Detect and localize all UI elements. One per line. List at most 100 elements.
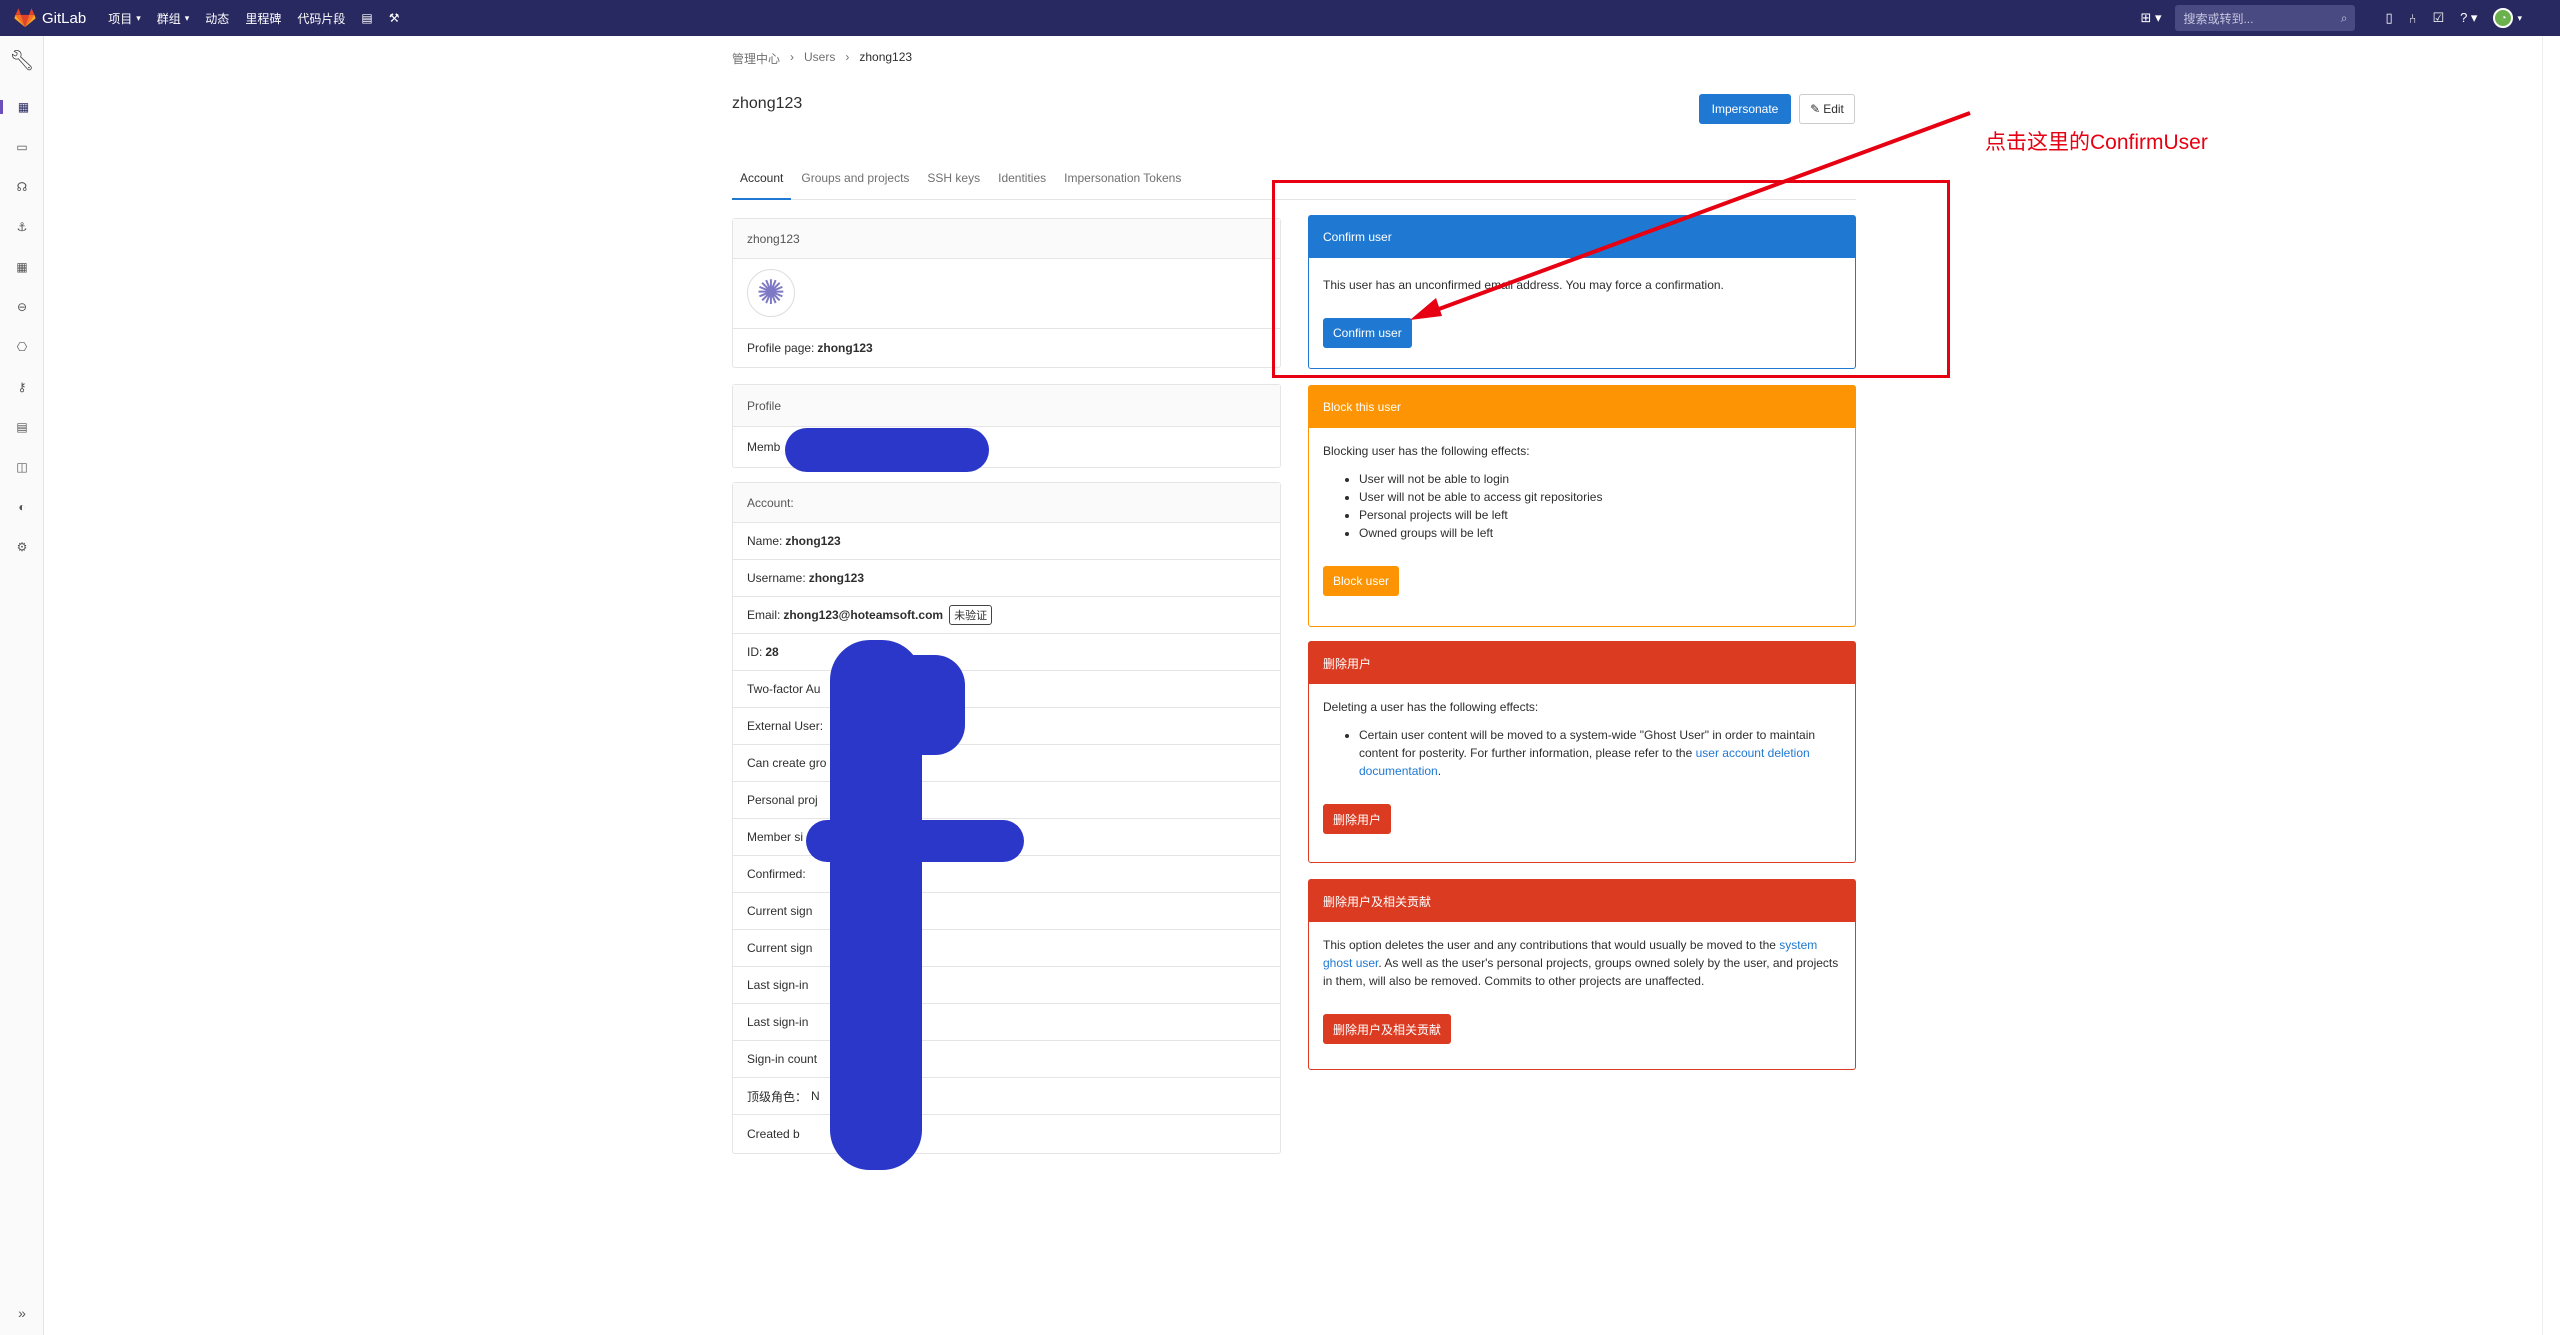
page-scrollbar[interactable] (2542, 36, 2560, 1335)
block-user-body: Blocking user has the following effects:… (1309, 428, 1855, 610)
issues-icon[interactable]: ▯ (2385, 10, 2392, 26)
row-value: zhong123 (808, 571, 865, 585)
brand-name: GitLab (42, 9, 87, 27)
member-since-label: Memb (747, 440, 781, 454)
nav-projects-label: 项目 (108, 11, 133, 26)
monitoring-icon[interactable]: ▭ (0, 140, 44, 154)
tab-identities[interactable]: Identities (990, 168, 1054, 199)
chevron-right-icon: › (845, 50, 850, 64)
plus-icon[interactable]: ⊞ ▾ (2140, 10, 2161, 26)
merge-request-icon[interactable]: ⑃ (2409, 11, 2417, 26)
account-row-external: External User: (733, 708, 1280, 745)
chevron-down-icon: ▾ (136, 12, 141, 23)
block-user-card: Block this user Blocking user has the fo… (1308, 385, 1856, 627)
account-row-can-create-group: Can create gro (733, 745, 1280, 782)
account-row-two-factor: Two-factor Au (733, 671, 1280, 708)
admin-wrench-icon[interactable]: 🔧︎ (0, 48, 44, 73)
row-value: N (811, 1089, 820, 1103)
profile-panel-header: Profile (733, 385, 1280, 427)
breadcrumb: 管理中心 › Users › zhong123 (732, 50, 912, 67)
abuse-reports-icon[interactable]: ⊖ (0, 300, 44, 314)
deploy-keys-icon[interactable]: ⚷ (0, 380, 44, 394)
overview-icon[interactable]: ▦ (0, 100, 44, 114)
list-item: User will not be able to login (1359, 470, 1841, 488)
help-icon[interactable]: ? ▾ (2460, 10, 2477, 26)
row-label: Member si (747, 830, 804, 844)
delete-contrib-text: This option deletes the user and any con… (1323, 936, 1841, 990)
gitlab-fox-icon (14, 8, 36, 28)
tab-account[interactable]: Account (732, 168, 792, 200)
account-row-personal-projects: Personal proj (733, 782, 1280, 819)
delete-contributions-button[interactable]: 删除用户及相关贡献 (1323, 1014, 1452, 1044)
delete-user-button[interactable]: 删除用户 (1323, 804, 1392, 834)
tab-groups-projects[interactable]: Groups and projects (793, 168, 917, 199)
edit-button[interactable]: ✎ Edit (1799, 94, 1855, 124)
row-label: Can create gro (747, 756, 827, 770)
messages-icon[interactable]: ☊ (0, 180, 44, 194)
gitlab-logo[interactable]: GitLab (14, 8, 108, 28)
appearance-icon[interactable]: ◐ (0, 500, 44, 514)
account-row-top-role: 顶级角色： N (733, 1078, 1280, 1115)
breadcrumb-current[interactable]: zhong123 (859, 50, 912, 67)
row-label: Confirmed: (747, 867, 806, 881)
impersonate-button[interactable]: Impersonate (1699, 94, 1791, 124)
delete-contrib-text-b: . As well as the user's personal project… (1323, 956, 1839, 988)
block-user-button[interactable]: Block user (1323, 566, 1400, 596)
tab-ssh-keys[interactable]: SSH keys (919, 168, 988, 199)
delete-user-contributions-card: 删除用户及相关贡献 This option deletes the user a… (1308, 879, 1856, 1070)
user-avatar[interactable]: ◔ (2493, 8, 2514, 28)
list-item: User will not be able to access git repo… (1359, 488, 1841, 506)
nav-snippets[interactable]: 代码片段 (297, 10, 345, 27)
row-label: Username: (747, 571, 806, 585)
nav-activity[interactable]: 动态 (205, 10, 229, 27)
unverified-badge: 未验证 (949, 605, 993, 625)
chart-icon[interactable]: ▤ (361, 11, 372, 25)
labels-icon[interactable]: ◫ (0, 460, 44, 474)
row-label: External User: (747, 719, 824, 733)
wrench-icon[interactable]: ⚒ (389, 11, 400, 25)
system-hooks-icon[interactable]: ⚓︎ (0, 220, 44, 234)
account-row-current-sign-in: Current sign (733, 893, 1280, 930)
delete-effect-end: . (1437, 764, 1442, 778)
row-label: Last sign-in (747, 1015, 809, 1029)
search-icon: ⌕ (2340, 10, 2348, 25)
avatar-row: ✺ (733, 259, 1280, 329)
chevron-down-icon[interactable]: ▾ (2517, 13, 2522, 24)
delete-effects-list: Certain user content will be moved to a … (1359, 726, 1841, 780)
nav-groups[interactable]: 群组 ▾ (157, 10, 190, 27)
profile-page-link[interactable]: zhong123 (817, 341, 872, 355)
tab-impersonation-tokens[interactable]: Impersonation Tokens (1056, 168, 1189, 199)
row-label: Name: (747, 534, 783, 548)
row-label: Created b (747, 1126, 800, 1141)
account-row-created-by: Created b (733, 1115, 1280, 1152)
breadcrumb-admin[interactable]: 管理中心 (732, 50, 780, 67)
todo-icon[interactable]: ☑ (2432, 10, 2444, 26)
user-card-panel: zhong123 ✺ Profile page: zhong123 (732, 218, 1281, 368)
nav-groups-label: 群组 (156, 11, 181, 26)
redaction-scribble (785, 428, 989, 472)
delete-user-card: 删除用户 Deleting a user has the following e… (1308, 641, 1856, 863)
search-input[interactable]: 搜索或转到... ⌕ (2175, 5, 2356, 31)
user-card-header: zhong123 (733, 219, 1280, 259)
account-row-last-sign-in: Last sign-in (733, 967, 1280, 1004)
account-panel-header: Account: (733, 483, 1280, 523)
applications-icon[interactable]: ▦ (0, 260, 44, 274)
account-row-sign-in-count: Sign-in count (733, 1041, 1280, 1078)
settings-gear-icon[interactable]: ⚙ (0, 540, 44, 554)
delete-contrib-header: 删除用户及相关贡献 (1309, 880, 1855, 922)
top-navbar: GitLab 项目 ▾ 群组 ▾ 动态 里程碑 代码片段 ▤ ⚒ ⊞ ▾ 搜索或转到… (0, 0, 2560, 36)
kubernetes-icon[interactable]: ⎔ (0, 340, 44, 354)
service-templates-icon[interactable]: ▤ (0, 420, 44, 434)
row-value: zhong123@hoteamsoft.com (783, 608, 944, 622)
row-value: 28 (765, 645, 779, 659)
collapse-sidebar-icon[interactable]: » (0, 1305, 44, 1321)
edit-icon: ✎ (1810, 102, 1821, 116)
list-item: Certain user content will be moved to a … (1359, 726, 1841, 780)
nav-projects[interactable]: 项目 ▾ (108, 10, 141, 27)
row-label: Current sign (747, 904, 813, 918)
nav-milestones[interactable]: 里程碑 (245, 10, 281, 27)
row-label: ID: (747, 645, 763, 659)
breadcrumb-users[interactable]: Users (804, 50, 835, 67)
row-label: Last sign-in (747, 978, 809, 992)
delete-contrib-text-a: This option deletes the user and any con… (1323, 938, 1780, 952)
